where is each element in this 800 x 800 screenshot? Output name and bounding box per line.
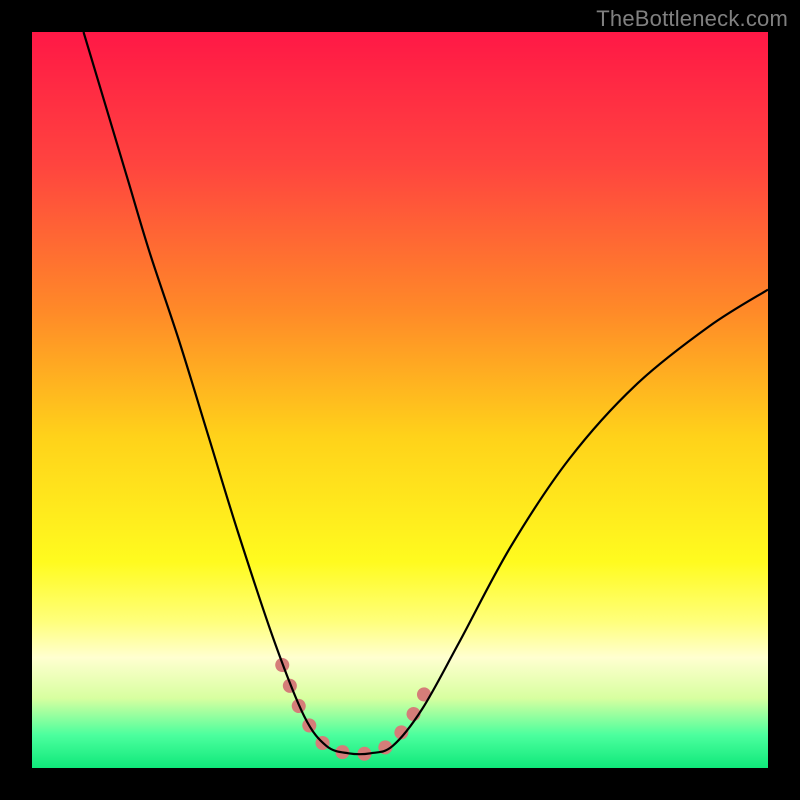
plot-area	[32, 32, 768, 768]
bottleneck-chart	[32, 32, 768, 768]
chart-frame: TheBottleneck.com	[0, 0, 800, 800]
gradient-background	[32, 32, 768, 768]
watermark-text: TheBottleneck.com	[596, 6, 788, 32]
